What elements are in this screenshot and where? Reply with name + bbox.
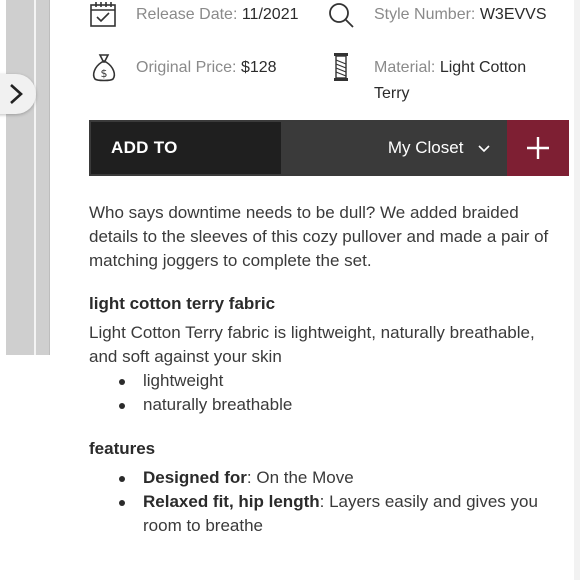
fabric-line: and soft against your skin [89,347,282,366]
calendar-icon [90,2,116,27]
material-value-cont: Terry [374,85,410,102]
bullet-dot [119,476,125,482]
chevron-right-icon [10,84,23,104]
description-line: details to the sleeves of this cozy pull… [89,227,549,246]
thread-spool-icon [334,53,348,81]
fabric-bullets: lightweight naturally breathable [119,369,292,417]
money-bag-icon: $ [92,54,116,82]
add-to-button[interactable]: ADD TO [91,122,281,174]
feature-title: Relaxed fit, hip length [143,492,320,511]
original-price-value: $128 [240,59,277,76]
style-number-value: W3EVVS [479,6,547,23]
fabric-bullet-text: naturally breathable [143,395,293,414]
description-line: matching joggers to complete the set. [89,251,372,270]
list-item: naturally breathable [119,393,292,417]
release-date-value: 11/2021 [241,6,299,23]
features-bullets: Designed for: On the Move Relaxed fit, h… [119,466,559,538]
feature-text: : On the Move [246,468,354,487]
closet-select-label: My Closet [387,138,464,157]
fabric-heading: light cotton terry fabric [89,294,276,313]
product-image-strip [6,0,34,355]
list-item: lightweight [119,369,292,393]
fabric-bullet-text: lightweight [143,371,224,390]
bullet-dot [119,500,125,506]
chevron-down-icon [478,144,490,152]
release-date: Release Date: 11/2021 [136,2,299,28]
style-number-label: Style Number: [374,6,476,23]
bullet-dot [119,379,125,385]
bullet-dot [119,403,125,409]
release-date-label: Release Date: [136,6,238,23]
add-to-bar: ADD TO My Closet [89,120,569,176]
description-line: Who says downtime needs to be dull? We a… [89,203,519,222]
material: Material: Light Cotton Terry [374,55,526,107]
fabric-description: Light Cotton Terry fabric is lightweight… [89,321,564,369]
product-description: Who says downtime needs to be dull? We a… [89,201,564,273]
product-image-strip-secondary [36,0,49,355]
original-price-label: Original Price: [136,59,237,76]
material-label: Material: [374,59,436,76]
image-edge-line [49,0,50,355]
page-edge [574,0,580,580]
features-heading: features [89,439,156,458]
list-item: Designed for: On the Move [119,466,559,490]
add-plus-button[interactable] [507,120,569,176]
feature-title: Designed for [143,468,247,487]
style-number: Style Number: W3EVVS [374,2,547,28]
feature-text-cont: room to breathe [143,516,264,535]
list-item: Relaxed fit, hip length: Layers easily a… [119,490,559,538]
material-value: Light Cotton [439,59,527,76]
search-icon [329,3,354,28]
feature-text: : Layers easily and gives you [319,492,538,511]
original-price: Original Price: $128 [136,55,277,81]
svg-text:$: $ [101,67,108,80]
plus-icon [527,137,549,159]
fabric-line: Light Cotton Terry fabric is lightweight… [89,323,535,342]
